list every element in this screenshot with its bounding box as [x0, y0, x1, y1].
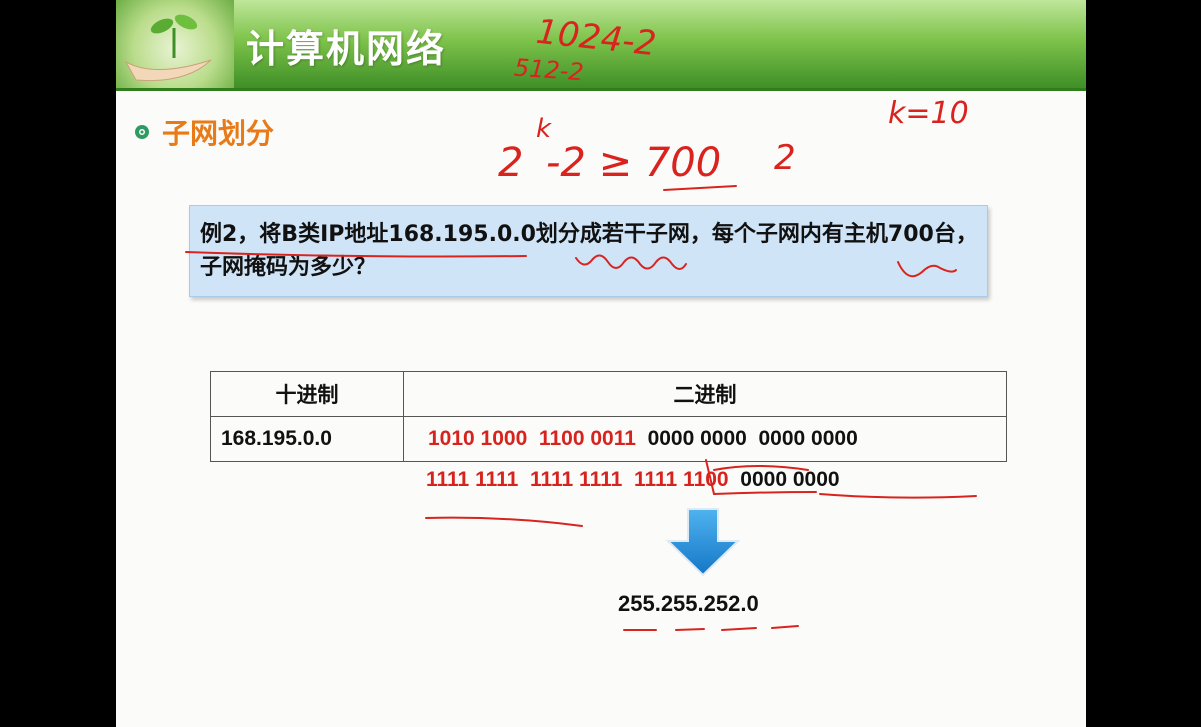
- arrow-down-icon: [666, 508, 740, 577]
- header-title: 计算机网络: [246, 26, 447, 71]
- section-title: 子网划分: [162, 117, 275, 150]
- header-decimal: 十进制: [210, 371, 404, 417]
- eq-two: 2: [774, 138, 796, 178]
- conversion-table: 十进制 二进制 168.195.0.0 1010 1000 1100 0011 …: [210, 371, 1007, 462]
- annotation-512: 512-2: [513, 53, 585, 87]
- header-binary: 二进制: [403, 371, 1007, 417]
- eq-rest: -2 ≥ 700: [546, 140, 722, 186]
- mask-binary: 1111 1111 1111 1111 1111 1100 0000 0000: [426, 468, 840, 492]
- problem-box: 例2，将B类IP地址168.195.0.0划分成若干子网，每个子网内有主机700…: [189, 205, 988, 297]
- binary-network-part: 1010 1000 1100 0011: [428, 427, 636, 450]
- result-mask: 255.255.252.0: [618, 591, 759, 616]
- flower-bullet-icon: [135, 125, 149, 139]
- binary-host-part: 0000 0000 0000 0000: [647, 427, 858, 450]
- mask-zeros: 0000 0000: [740, 468, 840, 491]
- slide: 计算机网络 子网划分 例2，将B类IP地址168.195.0.0划分成若干子网，…: [116, 0, 1086, 727]
- plant-hand-logo: [116, 0, 234, 88]
- eq-base: 2: [498, 140, 524, 186]
- table-row: 168.195.0.0 1010 1000 1100 0011 0000 000…: [210, 416, 1007, 462]
- binary-value: 1010 1000 1100 0011 0000 0000 0000 0000: [403, 416, 1007, 462]
- table-header-row: 十进制 二进制: [210, 371, 1007, 417]
- mask-ones: 1111 1111 1111 1111 1111 1100: [426, 468, 729, 491]
- section-heading: 子网划分: [134, 112, 274, 152]
- annotation-k10: k=10: [888, 96, 969, 131]
- header-divider: [116, 88, 1086, 91]
- decimal-value: 168.195.0.0: [210, 416, 404, 462]
- problem-text: 例2，将B类IP地址168.195.0.0划分成若干子网，每个子网内有主机700…: [200, 222, 978, 280]
